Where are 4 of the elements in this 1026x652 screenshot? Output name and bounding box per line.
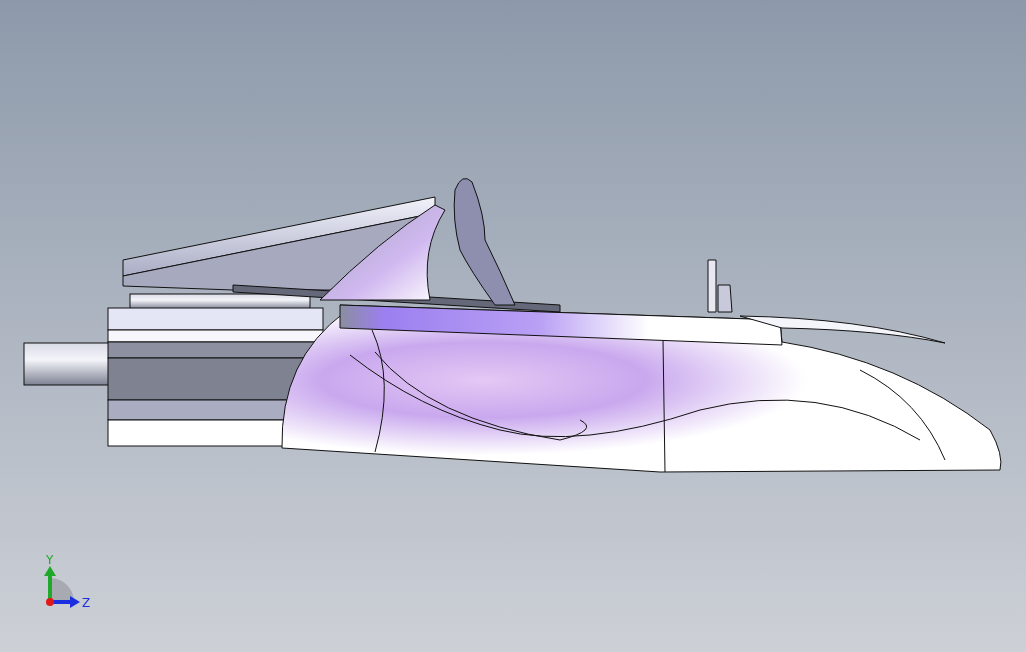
model-viewport[interactable]: Y Z: [0, 0, 1026, 652]
z-axis-label: Z: [82, 596, 90, 610]
y-axis-label: Y: [46, 553, 54, 567]
axis-triad-icon: [44, 566, 80, 608]
